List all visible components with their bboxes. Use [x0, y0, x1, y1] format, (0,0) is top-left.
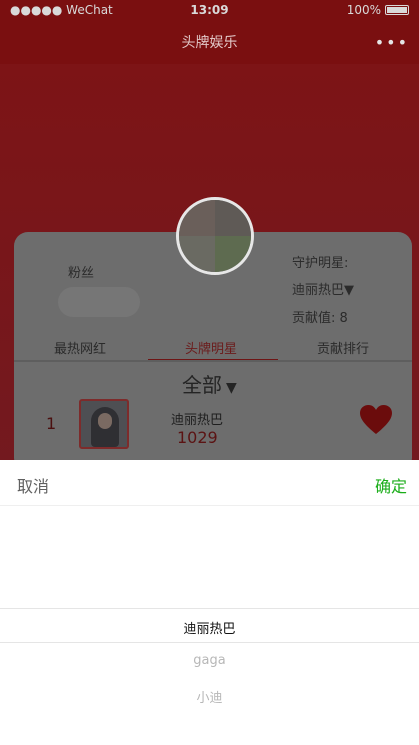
avatar[interactable]	[176, 197, 254, 275]
avatar-tile	[215, 236, 251, 272]
battery-status: 100%	[347, 3, 409, 17]
portrait-face	[98, 413, 112, 429]
battery-icon	[385, 5, 409, 15]
avatar-tile	[179, 200, 215, 236]
fans-count-pill	[58, 287, 140, 317]
fans-label: 粉丝	[68, 266, 95, 281]
more-icon[interactable]: •••	[375, 22, 409, 64]
picker-selection-top	[0, 608, 419, 609]
avatar-tile	[215, 200, 251, 236]
rank-number: 1	[46, 414, 57, 433]
picker-header: 取消 确定	[0, 460, 419, 506]
picker-option[interactable]: 小迪	[0, 687, 419, 706]
tab-divider	[14, 360, 412, 362]
avatar-tile	[179, 236, 215, 272]
guard-label: 守护明星:	[292, 256, 349, 271]
filter-dropdown[interactable]: 全部 ▼	[182, 369, 237, 398]
page-title: 头牌娱乐	[181, 35, 238, 51]
tab-hot-influencers[interactable]: 最热网红	[54, 338, 106, 357]
picker-sheet: 取消 确定 迪丽热巴 gaga 小迪	[0, 460, 419, 745]
picker-selection-bottom	[0, 642, 419, 643]
nav-bar: 头牌娱乐 •••	[0, 22, 419, 64]
picker-option-selected[interactable]: 迪丽热巴	[0, 618, 419, 637]
contribution-value: 贡献值: 8	[292, 311, 348, 326]
star-score: 1029	[177, 428, 218, 447]
guard-star-selector[interactable]: 迪丽热巴▼	[292, 279, 354, 298]
confirm-button[interactable]: 确定	[375, 473, 407, 497]
filter-label: 全部	[182, 373, 222, 397]
picker-option[interactable]: gaga	[0, 653, 419, 668]
caret-down-icon: ▼	[226, 380, 237, 396]
tab-contribution-ranking[interactable]: 贡献排行	[317, 338, 369, 357]
battery-percent: 100%	[346, 3, 381, 17]
heart-icon[interactable]	[359, 404, 393, 436]
star-thumbnail[interactable]	[79, 399, 129, 449]
status-bar: ●●●●● WeChat 13:09 100%	[0, 0, 419, 22]
tab-top-stars[interactable]: 头牌明星	[185, 338, 237, 357]
star-name: 迪丽热巴	[171, 413, 224, 428]
cancel-button[interactable]: 取消	[17, 473, 49, 497]
